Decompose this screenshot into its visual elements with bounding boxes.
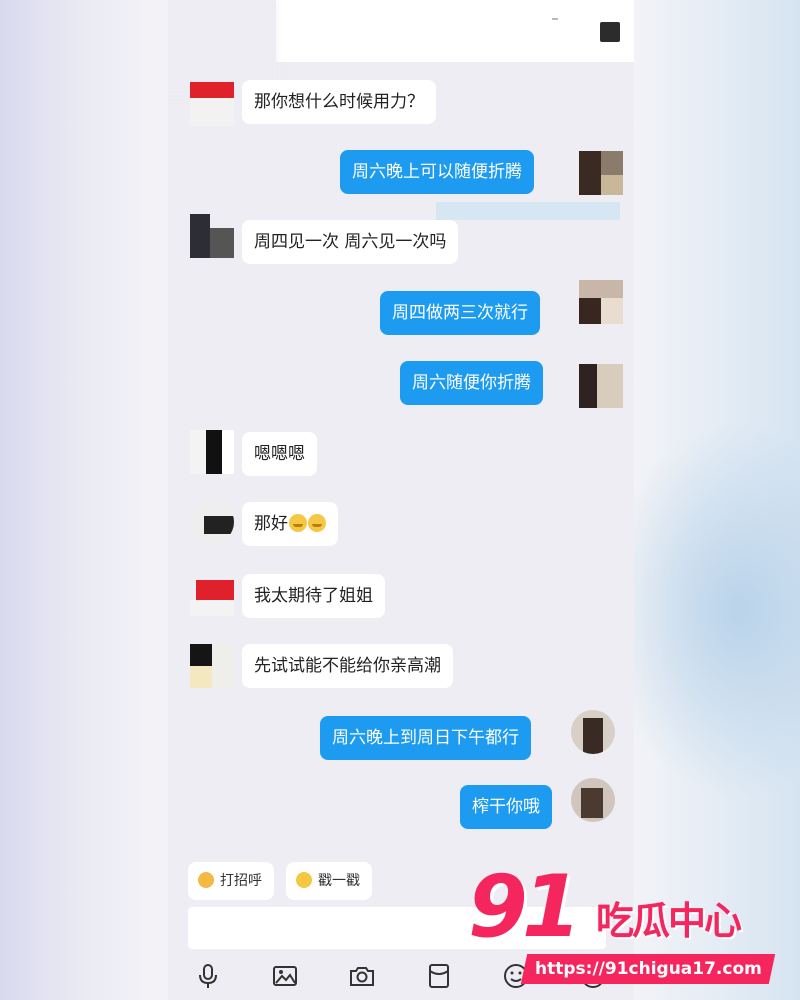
avatar[interactable]	[190, 214, 234, 258]
message-text: 那好	[254, 514, 288, 534]
avatar[interactable]	[190, 644, 234, 688]
camera-icon[interactable]	[348, 962, 376, 990]
status-mark	[552, 18, 558, 20]
avatar[interactable]	[571, 710, 615, 754]
avatar[interactable]	[190, 572, 234, 616]
grin-emoji	[289, 514, 307, 532]
more-icon[interactable]	[600, 22, 620, 42]
chat-window: 那你想什么时候用力？ 周六晚上可以随便折腾 周四见一次 周六见一次吗 周四做两三…	[168, 0, 634, 1000]
avatar[interactable]	[579, 364, 623, 408]
message-bubble[interactable]: 那你想什么时候用力？	[242, 80, 436, 124]
message-bubble[interactable]: 周四做两三次就行	[380, 291, 540, 335]
microphone-icon[interactable]	[194, 962, 222, 990]
avatar[interactable]	[579, 280, 623, 324]
message-bubble[interactable]: 先试试能不能给你亲高潮	[242, 644, 453, 688]
watermark-url-text: https://91chigua17.com	[534, 959, 762, 979]
avatar[interactable]	[190, 82, 234, 126]
avatar[interactable]	[579, 151, 623, 195]
message-bubble[interactable]: 周六晚上可以随便折腾	[340, 150, 534, 194]
message-bubble[interactable]: 我太期待了姐姐	[242, 574, 385, 618]
quick-reply-greet[interactable]: 打招呼	[188, 862, 274, 900]
watermark-number: 91	[468, 857, 582, 957]
image-icon[interactable]	[271, 962, 299, 990]
message-bubble[interactable]: 周六随便你折腾	[400, 361, 543, 405]
watermark-name: 吃瓜中心	[596, 899, 742, 943]
quick-reply-label: 戳一戳	[318, 873, 360, 889]
quick-reply-label: 打招呼	[220, 873, 262, 889]
blurred-overlay	[436, 202, 620, 220]
avatar[interactable]	[190, 500, 234, 544]
message-bubble[interactable]: 嗯嗯嗯	[242, 432, 317, 476]
watermark-url: https://91chigua17.com	[520, 954, 776, 984]
avatar[interactable]	[190, 430, 234, 474]
message-bubble[interactable]: 周四见一次 周六见一次吗	[242, 220, 459, 264]
wave-icon	[198, 872, 214, 888]
top-bar	[276, 0, 634, 62]
poke-icon	[296, 872, 312, 888]
message-bubble[interactable]: 榨干你哦	[460, 785, 552, 829]
message-bubble[interactable]: 周六晚上到周日下午都行	[320, 716, 531, 760]
site-watermark: 91 吃瓜中心 https://91chigua17.com	[468, 862, 788, 992]
quick-reply-poke[interactable]: 戳一戳	[286, 862, 372, 900]
grin-emoji	[308, 514, 326, 532]
avatar[interactable]	[571, 778, 615, 822]
red-packet-icon[interactable]	[425, 962, 453, 990]
message-bubble[interactable]: 那好	[242, 502, 338, 546]
